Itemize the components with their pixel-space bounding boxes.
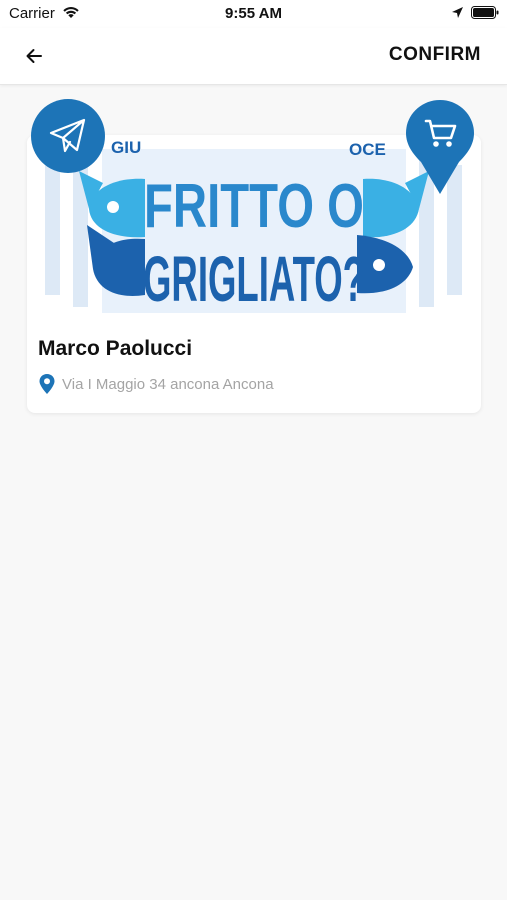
confirm-button[interactable]: CONFIRM: [389, 44, 481, 66]
nav-bar: CONFIRM: [0, 28, 507, 85]
shop-address-row: Via I Maggio 34 ancona Ancona: [38, 373, 274, 395]
svg-text:GIU: GIU: [111, 138, 141, 157]
back-button[interactable]: [18, 42, 50, 70]
location-pin-icon: [39, 374, 55, 394]
arrow-left-icon: [26, 49, 42, 63]
shop-address: Via I Maggio 34 ancona Ancona: [62, 375, 274, 393]
banner-line-2: GRIGLIATO?: [143, 243, 365, 315]
location-arrow-icon: [452, 7, 463, 18]
paper-plane-icon: [49, 118, 86, 153]
svg-text:OCE: OCE: [349, 140, 386, 159]
share-button[interactable]: [31, 99, 105, 173]
status-bar: Carrier 9:55 AM: [0, 0, 507, 28]
banner-line-1: FRITTO O: [144, 172, 364, 241]
shop-name: Marco Paolucci: [38, 337, 193, 360]
status-time: 9:55 AM: [225, 5, 282, 22]
cart-button[interactable]: [405, 98, 475, 196]
battery-icon: [471, 6, 499, 19]
